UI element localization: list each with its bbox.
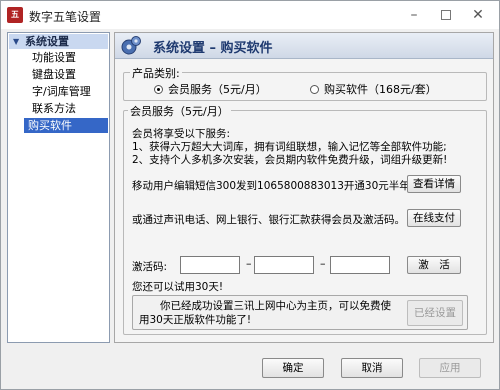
purchase-panel: 系统设置 – 购买软件 产品类别: 会员服务（5元/月） 购买软件（168元/套…	[114, 32, 494, 343]
radio-buy-software-label: 购买软件（168元/套）	[324, 83, 437, 96]
activation-code-input-1[interactable]	[180, 256, 240, 274]
alternative-payment-text: 或通过声讯电话、网上银行、银行汇款获得会员及激活码。	[132, 214, 405, 226]
settings-window: 五 数字五笔设置 – ✕ ▼ 系统设置 功能设置 键盘设置 字/词库管理 联系方…	[0, 0, 500, 390]
radio-member-service[interactable]: 会员服务（5元/月）	[154, 81, 267, 97]
gears-icon	[121, 36, 141, 55]
member-service-group: 会员服务（5元/月） 会员将享受以下服务: 1、获得六万超大大词库，拥有词组联想…	[123, 103, 487, 335]
window-title: 数字五笔设置	[29, 10, 102, 24]
tree-item-purchase[interactable]: 购买软件	[24, 118, 108, 133]
radio-member-service-label: 会员服务（5元/月）	[168, 83, 267, 96]
trial-days-text: 您还可以试用30天!	[132, 281, 224, 293]
sms-instructions: 移动用户编辑短信300发到1065800883013开通30元半年会员	[132, 180, 431, 192]
tree-item-contact[interactable]: 联系方法	[28, 101, 80, 116]
activation-separator: –	[246, 257, 252, 270]
benefit-line-2: 2、支持个人多机多次安装，会员期内软件免费升级，词组升级更新!	[132, 154, 448, 166]
app-logo-icon: 五	[7, 7, 23, 23]
title-bar: 五 数字五笔设置 – ✕	[1, 1, 499, 29]
ok-button[interactable]: 确定	[262, 358, 324, 378]
activate-button[interactable]: 激 活	[407, 256, 461, 274]
product-category-legend: 产品类别:	[130, 65, 182, 81]
maximize-icon	[441, 10, 451, 20]
apply-button[interactable]: 应用	[419, 358, 481, 378]
tree-root-system-settings[interactable]: ▼ 系统设置	[9, 34, 108, 49]
radio-selected-icon	[154, 85, 163, 94]
tree-item-keyboard-settings[interactable]: 键盘设置	[28, 67, 80, 82]
product-category-group: 产品类别: 会员服务（5元/月） 购买软件（168元/套）	[123, 65, 487, 101]
view-details-button[interactable]: 查看详情	[407, 175, 461, 193]
tree-root-label: 系统设置	[25, 35, 69, 48]
settings-tree: ▼ 系统设置 功能设置 键盘设置 字/词库管理 联系方法 购买软件	[7, 32, 110, 343]
panel-title: 系统设置 – 购买软件	[153, 41, 273, 56]
radio-unselected-icon	[310, 85, 319, 94]
activation-code-input-2[interactable]	[254, 256, 314, 274]
activation-code-input-3[interactable]	[330, 256, 390, 274]
already-set-button[interactable]: 已经设置	[407, 300, 463, 326]
member-service-legend: 会员服务（5元/月）	[128, 103, 231, 119]
close-button[interactable]: ✕	[463, 1, 493, 29]
radio-buy-software[interactable]: 购买软件（168元/套）	[310, 81, 437, 97]
panel-header: 系统设置 – 购买软件	[115, 33, 493, 59]
activation-separator: –	[320, 257, 326, 270]
cancel-button[interactable]: 取消	[341, 358, 403, 378]
activation-code-label: 激活码:	[132, 261, 168, 273]
minimize-button[interactable]: –	[399, 1, 429, 29]
tree-item-function-settings[interactable]: 功能设置	[28, 50, 80, 65]
tree-item-dictionary-management[interactable]: 字/词库管理	[28, 84, 95, 99]
homepage-promo-text: 你已经成功设置三讯上网中心为主页，可以免费使用30天正版软件功能了!	[139, 300, 391, 326]
pay-online-button[interactable]: 在线支付	[407, 209, 461, 227]
homepage-promo-box: 你已经成功设置三讯上网中心为主页，可以免费使用30天正版软件功能了! 已经设置	[132, 295, 468, 330]
maximize-button[interactable]	[431, 1, 461, 29]
expand-caret-icon: ▼	[13, 37, 20, 46]
